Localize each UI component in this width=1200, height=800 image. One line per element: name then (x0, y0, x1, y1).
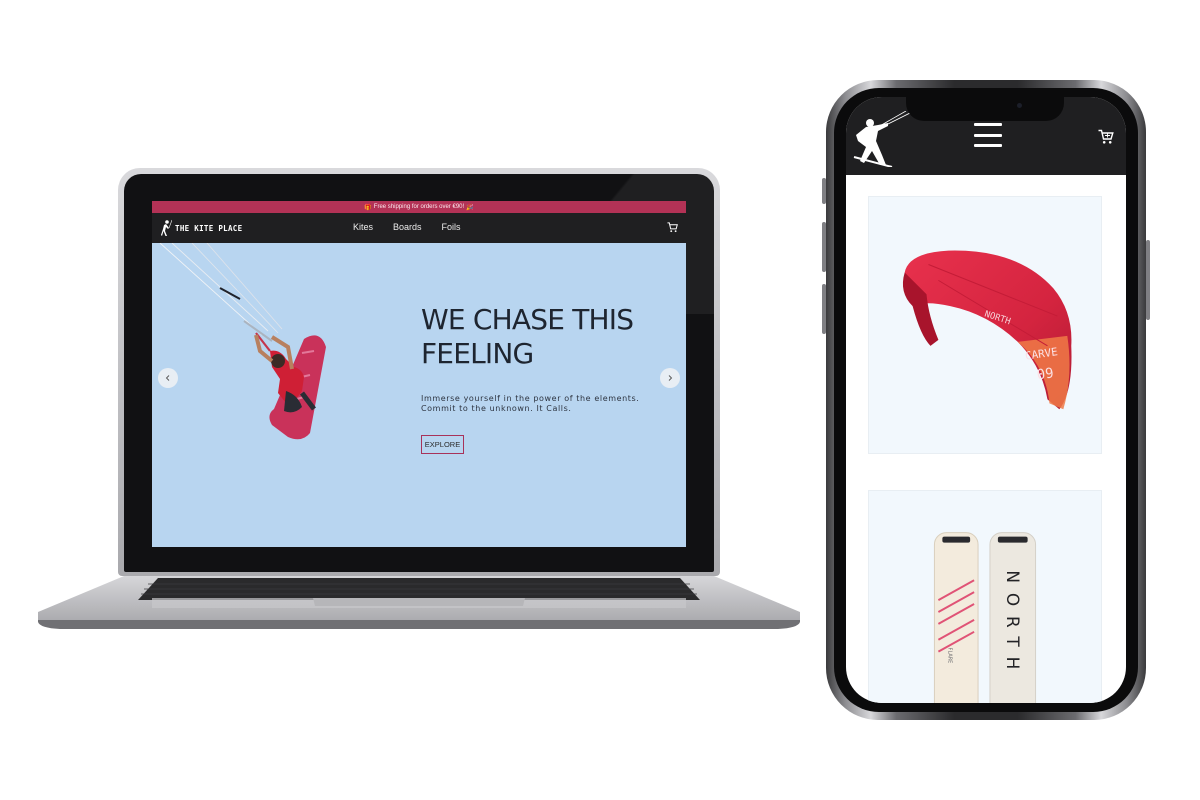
phone-volume-down (822, 284, 826, 334)
hero-kitesurfer-image (159, 243, 326, 440)
hero-title: WE CHASE THIS FEELING (421, 303, 671, 371)
laptop-base (38, 576, 800, 629)
promo-banner: 🎁 Free shipping for orders over €90! 🎉 (152, 201, 686, 213)
brand-logo[interactable]: THE KITE PLACE (160, 219, 242, 237)
promo-text: Free shipping for orders over €90! (373, 204, 465, 210)
hero-subtitle: Immerse yourself in the power of the ele… (421, 394, 671, 414)
board-model-label: FLARE (946, 648, 952, 664)
product-card-board[interactable]: FLARE NORTH (868, 490, 1102, 703)
phone-volume-up (822, 222, 826, 272)
cart-icon[interactable] (667, 222, 678, 233)
board-product-image: FLARE NORTH (933, 532, 1037, 703)
hamburger-icon (974, 123, 1002, 126)
hero-subtitle-line-2: Commit to the unknown. It Calls. (421, 404, 572, 413)
kite-size-label: 09 (1036, 365, 1055, 383)
mobile-site-screen: NORTH CARVE 09 FLARE NORTH (846, 97, 1126, 703)
cart-icon[interactable] (1098, 129, 1114, 145)
explore-button[interactable]: EXPLORE (421, 435, 464, 454)
hero-title-line-1: WE CHASE THIS (421, 303, 634, 336)
kiter-silhouette-icon (161, 219, 172, 236)
chevron-left-icon (165, 375, 170, 381)
kite-product-image: NORTH CARVE 09 (902, 250, 1072, 410)
nav-item-boards[interactable]: Boards (393, 222, 422, 232)
hero-subtitle-line-1: Immerse yourself in the power of the ele… (421, 394, 640, 403)
product-card-kite[interactable]: NORTH CARVE 09 (868, 196, 1102, 454)
board-brand-label: NORTH (1003, 570, 1023, 679)
phone-notch (906, 97, 1064, 121)
hamburger-menu-button[interactable] (974, 123, 1002, 147)
site-header: THE KITE PLACE Kites Boards Foils (152, 213, 686, 243)
hero-title-line-2: FEELING (421, 337, 534, 370)
main-nav: Kites Boards Foils (353, 222, 461, 232)
nav-item-foils[interactable]: Foils (442, 222, 461, 232)
brand-name: THE KITE PLACE (175, 223, 243, 233)
kiter-silhouette-icon[interactable] (848, 111, 910, 167)
phone-power-button (1146, 240, 1150, 320)
gift-icon: 🎁 (364, 204, 372, 211)
phone-mute-switch (822, 178, 826, 204)
nav-item-kites[interactable]: Kites (353, 222, 373, 232)
party-icon: 🎉 (466, 204, 474, 211)
carousel-prev-button[interactable] (158, 368, 178, 388)
desktop-site-screen: 🎁 Free shipping for orders over €90! 🎉 T… (152, 201, 686, 547)
carousel-next-button[interactable] (660, 368, 680, 388)
phone-camera (1017, 103, 1022, 108)
chevron-right-icon (668, 375, 673, 381)
